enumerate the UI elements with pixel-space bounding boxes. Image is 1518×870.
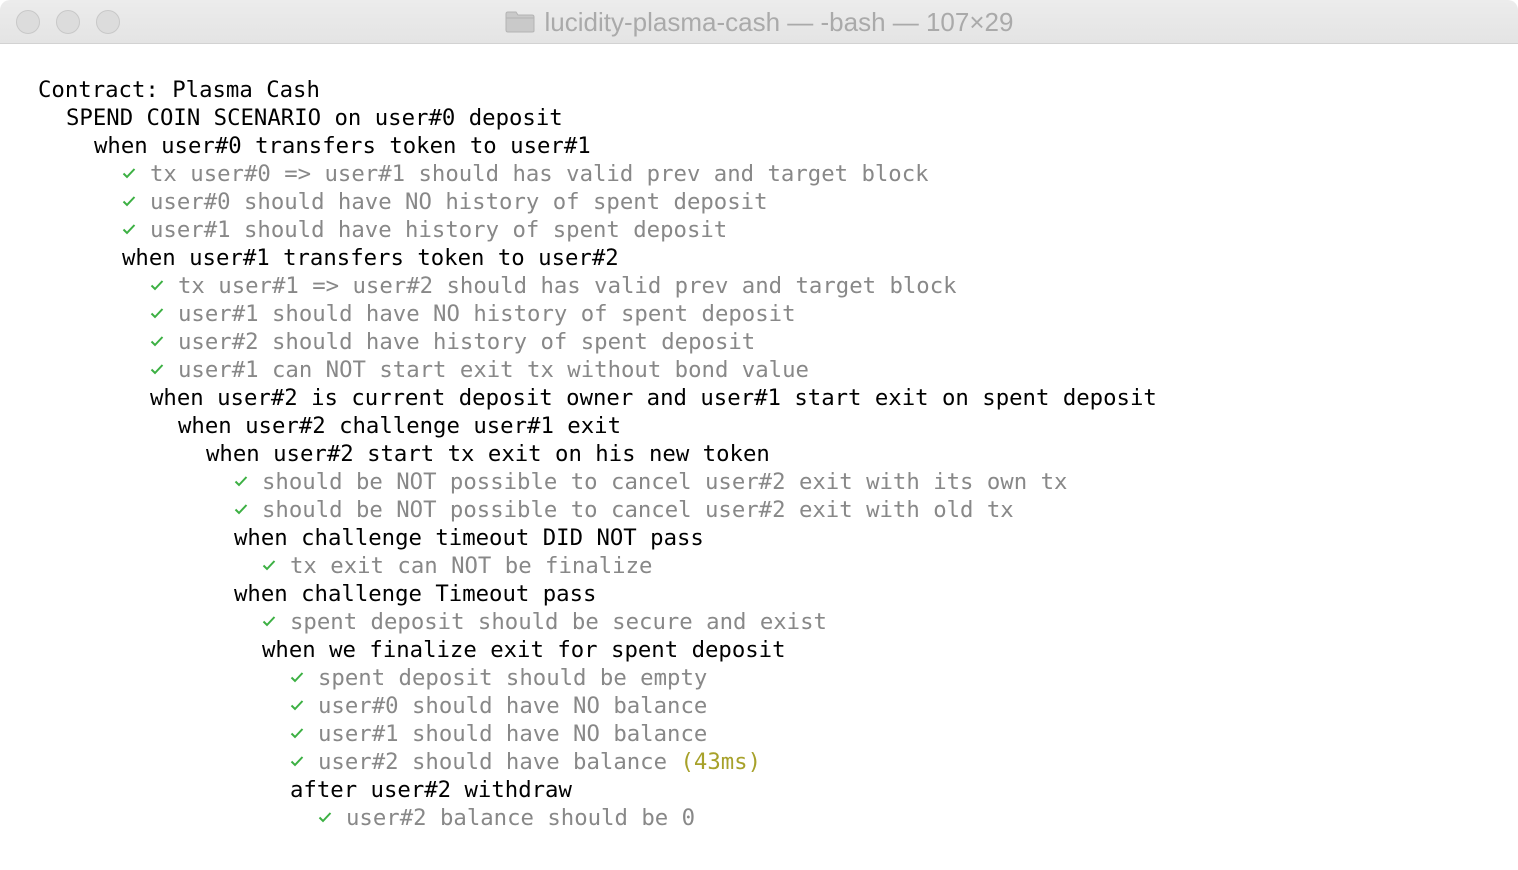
test-pass-text: tx user#1 => user#2 should has valid pre…	[178, 273, 957, 299]
test-duration: (43ms)	[680, 749, 762, 775]
window-title-group: lucidity-plasma-cash — -bash — 107×29	[0, 0, 1518, 44]
test-pass-text: tx user#0 => user#1 should has valid pre…	[150, 161, 929, 187]
suite-heading-line: when we finalize exit for spent deposit	[38, 636, 1157, 664]
test-pass-line: user#2 balance should be 0	[38, 804, 1157, 832]
checkmark-icon	[290, 755, 304, 766]
suite-heading-text: SPEND COIN SCENARIO on user#0 deposit	[66, 105, 563, 131]
terminal-window: lucidity-plasma-cash — -bash — 107×29 Co…	[0, 0, 1518, 870]
checkmark-icon	[234, 475, 248, 486]
test-pass-text: user#0 should have NO balance	[318, 693, 708, 719]
test-pass-line: tx exit can NOT be finalize	[38, 552, 1157, 580]
checkmark-icon	[262, 615, 276, 626]
suite-heading-line: after user#2 withdraw	[38, 776, 1157, 804]
checkmark-icon	[122, 223, 136, 234]
suite-heading-line: when user#2 challenge user#1 exit	[38, 412, 1157, 440]
checkmark-icon	[150, 279, 164, 290]
test-pass-text: user#1 should have history of spent depo…	[150, 217, 728, 243]
suite-heading-line: when user#2 is current deposit owner and…	[38, 384, 1157, 412]
test-pass-text: tx exit can NOT be finalize	[290, 553, 653, 579]
checkmark-icon	[150, 335, 164, 346]
checkmark-icon	[150, 307, 164, 318]
test-pass-text: user#0 should have NO history of spent d…	[150, 189, 768, 215]
test-pass-text: should be NOT possible to cancel user#2 …	[262, 469, 1068, 495]
checkmark-icon	[290, 671, 304, 682]
test-pass-line: user#1 can NOT start exit tx without bon…	[38, 356, 1157, 384]
checkmark-icon	[122, 167, 136, 178]
suite-heading-text: when challenge Timeout pass	[234, 581, 597, 607]
test-pass-text: user#2 should have history of spent depo…	[178, 329, 756, 355]
test-pass-line: should be NOT possible to cancel user#2 …	[38, 468, 1157, 496]
checkmark-icon	[122, 195, 136, 206]
suite-heading-line: when challenge Timeout pass	[38, 580, 1157, 608]
test-pass-text: spent deposit should be secure and exist	[290, 609, 827, 635]
test-pass-text: spent deposit should be empty	[318, 665, 708, 691]
suite-heading-text: when user#2 is current deposit owner and…	[150, 385, 1157, 411]
test-pass-line: user#1 should have history of spent depo…	[38, 216, 1157, 244]
checkmark-icon	[318, 811, 332, 822]
terminal-output[interactable]: Contract: Plasma Cash SPEND COIN SCENARIO…	[38, 76, 1157, 832]
test-pass-text: user#1 should have NO history of spent d…	[178, 301, 796, 327]
test-pass-line: user#0 should have NO history of spent d…	[38, 188, 1157, 216]
checkmark-icon	[150, 363, 164, 374]
checkmark-icon	[290, 727, 304, 738]
folder-icon	[505, 11, 535, 33]
suite-heading-text: when we finalize exit for spent deposit	[262, 637, 786, 663]
suite-heading-line: when user#1 transfers token to user#2	[38, 244, 1157, 272]
suite-heading-line: when user#2 start tx exit on his new tok…	[38, 440, 1157, 468]
test-pass-line: should be NOT possible to cancel user#2 …	[38, 496, 1157, 524]
test-pass-text: user#1 should have NO balance	[318, 721, 708, 747]
test-pass-line: user#2 should have balance (43ms)	[38, 748, 1157, 776]
test-pass-line: user#0 should have NO balance	[38, 692, 1157, 720]
checkmark-icon	[262, 559, 276, 570]
suite-heading-line: when challenge timeout DID NOT pass	[38, 524, 1157, 552]
suite-heading-text: when user#0 transfers token to user#1	[94, 133, 591, 159]
suite-heading-text: after user#2 withdraw	[290, 777, 572, 803]
checkmark-icon	[290, 699, 304, 710]
test-pass-line: tx user#0 => user#1 should has valid pre…	[38, 160, 1157, 188]
suite-heading-text: Contract: Plasma Cash	[38, 77, 320, 103]
suite-heading-text: when user#1 transfers token to user#2	[122, 245, 619, 271]
suite-heading-line: Contract: Plasma Cash	[38, 76, 1157, 104]
suite-heading-line: SPEND COIN SCENARIO on user#0 deposit	[38, 104, 1157, 132]
window-title: lucidity-plasma-cash — -bash — 107×29	[544, 6, 1014, 37]
suite-heading-text: when user#2 start tx exit on his new tok…	[206, 441, 770, 467]
test-pass-line: tx user#1 => user#2 should has valid pre…	[38, 272, 1157, 300]
test-pass-text: user#2 should have balance	[318, 749, 668, 775]
suite-heading-text: when user#2 challenge user#1 exit	[178, 413, 621, 439]
checkmark-icon	[234, 503, 248, 514]
test-pass-text: should be NOT possible to cancel user#2 …	[262, 497, 1014, 523]
suite-heading-line: when user#0 transfers token to user#1	[38, 132, 1157, 160]
test-pass-line: user#1 should have NO history of spent d…	[38, 300, 1157, 328]
test-pass-text: user#1 can NOT start exit tx without bon…	[178, 357, 809, 383]
test-pass-line: user#2 should have history of spent depo…	[38, 328, 1157, 356]
suite-heading-text: when challenge timeout DID NOT pass	[234, 525, 704, 551]
test-pass-line: spent deposit should be secure and exist	[38, 608, 1157, 636]
test-pass-line: user#1 should have NO balance	[38, 720, 1157, 748]
test-pass-text: user#2 balance should be 0	[346, 805, 696, 831]
title-bar[interactable]: lucidity-plasma-cash — -bash — 107×29	[0, 0, 1518, 44]
test-pass-line: spent deposit should be empty	[38, 664, 1157, 692]
